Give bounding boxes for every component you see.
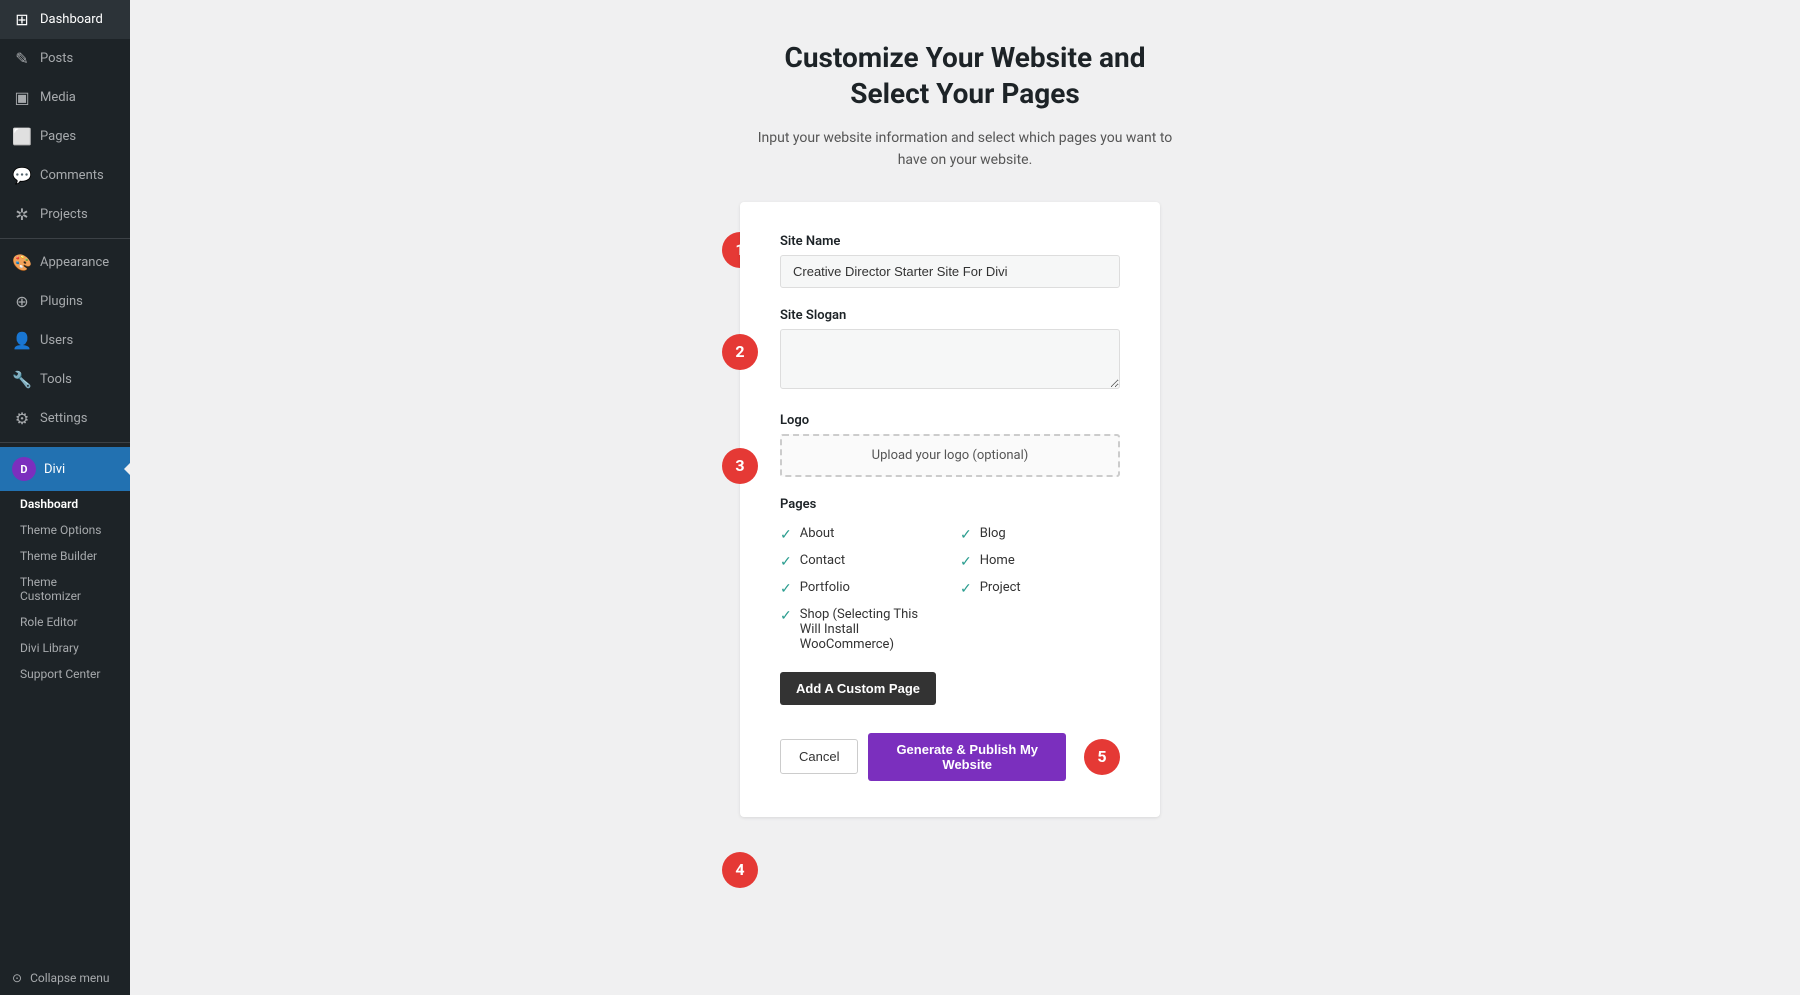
page-item-home[interactable]: ✓ Home <box>960 553 1120 570</box>
sidebar-item-comments[interactable]: 💬 Comments <box>0 156 130 195</box>
page-title: Customize Your Website and Select Your P… <box>785 40 1146 113</box>
page-item-about[interactable]: ✓ About <box>780 526 940 543</box>
collapse-label: Collapse menu <box>30 971 109 985</box>
sidebar-item-media[interactable]: ▣ Media <box>0 78 130 117</box>
pages-section: Pages ✓ About ✓ Blog ✓ Contact <box>780 497 1120 781</box>
divi-label: Divi <box>44 462 65 477</box>
sidebar-item-label: Users <box>40 333 73 348</box>
posts-icon: ✎ <box>12 49 32 68</box>
sidebar-item-pages[interactable]: ⬜ Pages <box>0 117 130 156</box>
sidebar-item-label: Tools <box>40 372 72 387</box>
site-slogan-group: Site Slogan <box>780 308 1120 393</box>
divi-sub-dashboard[interactable]: Dashboard <box>0 491 130 517</box>
step-3-badge: 3 <box>722 448 758 484</box>
check-icon-blog: ✓ <box>960 527 972 543</box>
divi-sub-label: Theme Options <box>20 523 102 537</box>
page-subtitle: Input your website information and selec… <box>745 127 1185 172</box>
divi-sub-label: Theme Customizer <box>20 575 81 603</box>
pages-grid: ✓ About ✓ Blog ✓ Contact ✓ <box>780 526 1120 652</box>
page-item-shop[interactable]: ✓ Shop (Selecting This Will Install WooC… <box>780 607 940 652</box>
divider <box>0 238 130 239</box>
sidebar-item-users[interactable]: 👤 Users <box>0 321 130 360</box>
logo-group: Logo Upload your logo (optional) <box>780 413 1120 477</box>
pages-label: Pages <box>780 497 1120 512</box>
divi-sub-label: Dashboard <box>20 497 78 511</box>
appearance-icon: 🎨 <box>12 253 32 272</box>
logo-label: Logo <box>780 413 1120 428</box>
dashboard-icon: ⊞ <box>12 10 32 29</box>
step-5-badge: 5 <box>1084 739 1120 775</box>
sidebar-item-appearance[interactable]: 🎨 Appearance <box>0 243 130 282</box>
collapse-menu-button[interactable]: ⊙ Collapse menu <box>0 961 130 995</box>
settings-icon: ⚙ <box>12 409 32 428</box>
sidebar: ⊞ Dashboard ✎ Posts ▣ Media ⬜ Pages 💬 Co… <box>0 0 130 995</box>
sidebar-item-label: Media <box>40 90 76 105</box>
site-slogan-label: Site Slogan <box>780 308 1120 323</box>
page-item-project[interactable]: ✓ Project <box>960 580 1120 597</box>
divi-sub-label: Support Center <box>20 667 100 681</box>
check-icon-home: ✓ <box>960 554 972 570</box>
sidebar-item-label: Settings <box>40 411 87 426</box>
projects-icon: ✲ <box>12 205 32 224</box>
page-item-blog[interactable]: ✓ Blog <box>960 526 1120 543</box>
sidebar-item-posts[interactable]: ✎ Posts <box>0 39 130 78</box>
users-icon: 👤 <box>12 331 32 350</box>
check-icon-about: ✓ <box>780 527 792 543</box>
cancel-button[interactable]: Cancel <box>780 739 858 774</box>
divi-logo: D <box>12 457 36 481</box>
divi-sub-label: Divi Library <box>20 641 79 655</box>
sidebar-item-label: Dashboard <box>40 12 103 27</box>
divi-sub-role-editor[interactable]: Role Editor <box>0 609 130 635</box>
site-name-label: Site Name <box>780 234 1120 249</box>
site-name-input[interactable] <box>780 255 1120 288</box>
form-card: Site Name Site Slogan Logo Upload your l… <box>740 202 1160 817</box>
add-custom-page-button[interactable]: Add A Custom Page <box>780 672 936 705</box>
sidebar-item-label: Pages <box>40 129 76 144</box>
divi-sub-support[interactable]: Support Center <box>0 661 130 687</box>
check-icon-portfolio: ✓ <box>780 581 792 597</box>
footer-buttons: Cancel Generate & Publish My Website 5 <box>780 733 1120 781</box>
check-icon-contact: ✓ <box>780 554 792 570</box>
check-icon-project: ✓ <box>960 581 972 597</box>
sidebar-item-label: Comments <box>40 168 104 183</box>
comments-icon: 💬 <box>12 166 32 185</box>
step-4-badge: 4 <box>722 852 758 888</box>
divi-sub-theme-options[interactable]: Theme Options <box>0 517 130 543</box>
sidebar-item-plugins[interactable]: ⊕ Plugins <box>0 282 130 321</box>
pages-icon: ⬜ <box>12 127 32 146</box>
page-item-contact[interactable]: ✓ Contact <box>780 553 940 570</box>
step-2-badge: 2 <box>722 334 758 370</box>
divi-sub-theme-customizer[interactable]: Theme Customizer <box>0 569 130 609</box>
site-slogan-input[interactable] <box>780 329 1120 389</box>
sidebar-item-label: Projects <box>40 207 88 222</box>
sidebar-item-label: Appearance <box>40 255 109 270</box>
divi-section: D Divi Dashboard Theme Options Theme Bui… <box>0 447 130 687</box>
divi-menu-header[interactable]: D Divi <box>0 447 130 491</box>
tools-icon: 🔧 <box>12 370 32 389</box>
publish-button[interactable]: Generate & Publish My Website <box>868 733 1066 781</box>
collapse-icon: ⊙ <box>12 971 22 985</box>
sidebar-item-settings[interactable]: ⚙ Settings <box>0 399 130 438</box>
media-icon: ▣ <box>12 88 32 107</box>
sidebar-item-projects[interactable]: ✲ Projects <box>0 195 130 234</box>
divi-sub-label: Theme Builder <box>20 549 97 563</box>
site-name-group: Site Name <box>780 234 1120 288</box>
page-item-portfolio[interactable]: ✓ Portfolio <box>780 580 940 597</box>
sidebar-item-tools[interactable]: 🔧 Tools <box>0 360 130 399</box>
main-content: Customize Your Website and Select Your P… <box>130 0 1800 995</box>
divi-sub-library[interactable]: Divi Library <box>0 635 130 661</box>
divi-sub-theme-builder[interactable]: Theme Builder <box>0 543 130 569</box>
sidebar-item-label: Plugins <box>40 294 83 309</box>
divider2 <box>0 442 130 443</box>
sidebar-item-dashboard[interactable]: ⊞ Dashboard <box>0 0 130 39</box>
logo-upload-button[interactable]: Upload your logo (optional) <box>780 434 1120 477</box>
plugins-icon: ⊕ <box>12 292 32 311</box>
check-icon-shop: ✓ <box>780 608 792 624</box>
chevron-right-icon <box>124 463 130 475</box>
sidebar-item-label: Posts <box>40 51 73 66</box>
divi-sub-label: Role Editor <box>20 615 78 629</box>
